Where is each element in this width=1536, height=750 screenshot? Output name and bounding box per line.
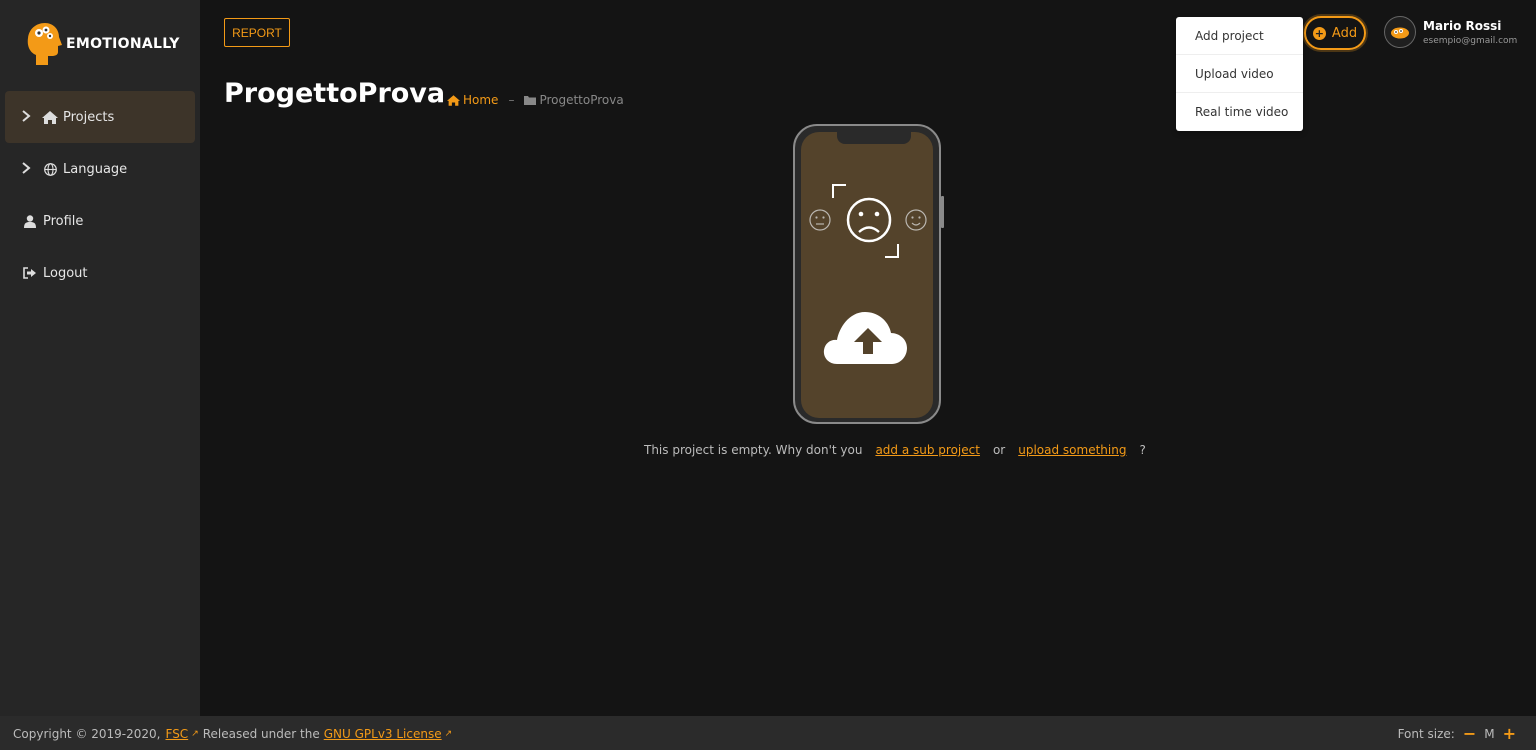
font-size-increase-button[interactable]: + [1503, 726, 1516, 742]
breadcrumb-home-link[interactable]: Home [447, 93, 498, 107]
user-icon [21, 214, 39, 228]
breadcrumb-separator: – [508, 93, 515, 107]
empty-state-or: or [992, 443, 1006, 457]
font-size-control: Font size: − M + [1398, 726, 1516, 742]
logo-head-icon [26, 21, 62, 67]
released-text: Released under the [202, 727, 320, 741]
neutral-face-icon [809, 209, 831, 231]
avatar [1384, 16, 1416, 48]
license-link[interactable]: GNU GPLv3 License [324, 727, 442, 741]
footer: Copyright © 2019-2020, FSC ↗ Released un… [0, 716, 1536, 750]
external-link-icon: ↗ [191, 729, 199, 739]
font-size-value: M [1484, 727, 1495, 741]
cloud-upload-icon [823, 312, 907, 364]
sidebar-item-profile[interactable]: Profile [5, 195, 195, 247]
menu-item-real-time-video[interactable]: Real time video [1176, 93, 1303, 131]
chevron-right-icon [21, 161, 35, 177]
menu-item-upload-video[interactable]: Upload video [1176, 55, 1303, 93]
empty-state-question: ? [1139, 443, 1146, 457]
logout-icon [21, 267, 39, 279]
folder-icon [524, 96, 537, 105]
focus-frame-icon [832, 184, 899, 258]
add-button-label: Add [1331, 25, 1358, 41]
smile-face-icon [905, 209, 927, 231]
add-dropdown-menu: Add project Upload video Real time video [1176, 17, 1303, 131]
report-button[interactable]: REPORT [224, 18, 290, 47]
fsc-link[interactable]: FSC [166, 727, 189, 741]
footer-credits: Copyright © 2019-2020, FSC ↗ Released un… [13, 727, 456, 741]
phone-side-button [941, 196, 944, 228]
page-title: ProgettoProva [224, 78, 446, 109]
user-name: Mario Rossi [1423, 18, 1502, 33]
external-link-icon: ↗ [444, 729, 453, 739]
add-sub-project-link[interactable]: add a sub project [875, 443, 980, 457]
sidebar-item-label: Language [63, 161, 128, 177]
logo[interactable]: EMOTIONALLY [26, 21, 180, 67]
sidebar-item-language[interactable]: Language [5, 143, 195, 195]
chevron-right-icon [21, 109, 35, 125]
empty-state-message: This project is empty. Why don't you add… [644, 443, 1146, 457]
sad-face-icon [846, 197, 892, 243]
plus-circle-icon: + [1312, 26, 1326, 40]
home-icon [447, 94, 460, 106]
menu-item-add-project[interactable]: Add project [1176, 17, 1303, 55]
home-icon [41, 110, 59, 124]
sidebar-item-projects[interactable]: Projects [5, 91, 195, 143]
breadcrumb-current-label: ProgettoProva [539, 93, 624, 107]
font-size-decrease-button[interactable]: − [1463, 726, 1476, 742]
user-menu[interactable]: Mario Rossi esempio@gmail.com [1384, 16, 1517, 48]
sidebar-item-label: Projects [63, 109, 115, 125]
phone-screen [801, 132, 933, 418]
upload-something-link[interactable]: upload something [1018, 443, 1126, 457]
sidebar-item-label: Logout [43, 265, 88, 281]
brand-name: EMOTIONALLY [66, 36, 180, 52]
sidebar-nav: Projects Language Profile Logout [5, 91, 195, 299]
avatar-icon [1391, 27, 1409, 39]
breadcrumb-home-label: Home [463, 93, 499, 107]
copyright-text: Copyright © 2019-2020, [13, 727, 161, 741]
user-email: esempio@gmail.com [1423, 35, 1518, 46]
sidebar: EMOTIONALLY Projects Language Profile Lo… [0, 0, 200, 716]
font-size-label: Font size: [1397, 727, 1455, 741]
sidebar-item-logout[interactable]: Logout [5, 247, 195, 299]
globe-icon [41, 162, 59, 176]
empty-state-text: This project is empty. Why don't you [644, 443, 863, 457]
sidebar-item-label: Profile [43, 213, 84, 229]
breadcrumb-current: ProgettoProva [524, 93, 624, 107]
phone-illustration [793, 124, 944, 424]
add-button[interactable]: + Add [1304, 16, 1366, 50]
breadcrumb: Home – ProgettoProva [447, 93, 624, 107]
